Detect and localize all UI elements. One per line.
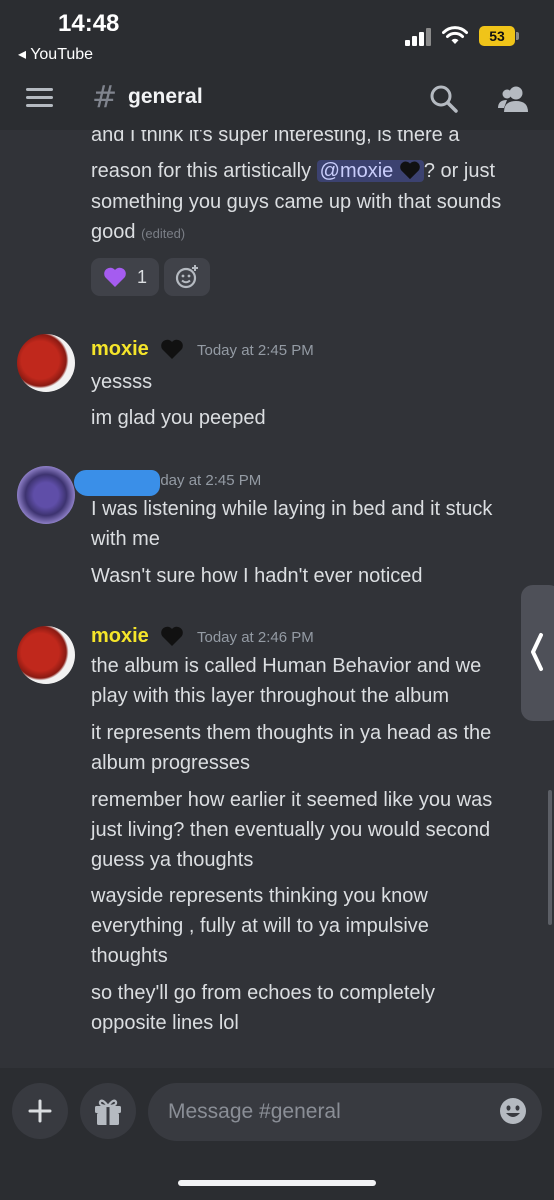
add-reaction-button[interactable] bbox=[164, 258, 210, 296]
black-heart-icon bbox=[400, 161, 420, 180]
message-line: I was listening while laying in bed and … bbox=[91, 498, 493, 520]
message-line: im glad you peeped bbox=[91, 407, 266, 429]
redaction-scribble bbox=[74, 470, 160, 496]
gift-icon bbox=[95, 1099, 121, 1125]
message-line: remember how earlier it seemed like you … bbox=[91, 789, 493, 811]
timestamp: Today at 2:45 PM bbox=[197, 342, 314, 359]
message-text: good bbox=[91, 221, 136, 243]
message-line: something you guys came up with that sou… bbox=[91, 191, 502, 213]
home-indicator bbox=[178, 1180, 376, 1186]
edited-label: (edited) bbox=[141, 226, 186, 241]
message-line: the album is called Human Behavior and w… bbox=[91, 655, 482, 677]
channel-header bbox=[0, 78, 554, 130]
hash-icon: # bbox=[92, 80, 118, 115]
black-heart-icon bbox=[161, 339, 183, 359]
chevron-left-icon bbox=[531, 633, 543, 671]
message-line: play with this layer throughout the albu… bbox=[91, 685, 449, 707]
username[interactable]: moxie bbox=[91, 338, 149, 361]
message-line: wayside represents thinking you know bbox=[91, 885, 428, 907]
avatar[interactable] bbox=[17, 466, 75, 524]
black-heart-icon bbox=[161, 626, 183, 646]
message-line: everything , fully at will to ya impulsi… bbox=[91, 915, 429, 937]
wifi-icon bbox=[442, 26, 468, 44]
search-icon[interactable] bbox=[429, 84, 459, 114]
plus-icon bbox=[28, 1099, 52, 1123]
battery-tip bbox=[516, 32, 519, 40]
reaction-count: 1 bbox=[137, 267, 148, 287]
message-line: guess ya thoughts bbox=[91, 849, 254, 871]
back-to-app-link[interactable]: ◂ YouTube bbox=[18, 44, 93, 64]
timestamp: Today at 2:46 PM bbox=[197, 629, 314, 646]
timestamp: oday at 2:45 PM bbox=[152, 472, 262, 489]
message-line: album progresses bbox=[91, 752, 250, 774]
battery-indicator: 53 bbox=[479, 26, 515, 46]
message-line: just living? then eventually you would s… bbox=[91, 819, 491, 841]
message-line: with me bbox=[91, 528, 160, 550]
add-reaction-icon bbox=[175, 265, 198, 289]
message-line: thoughts bbox=[91, 945, 168, 967]
user-mention[interactable]: @moxie bbox=[316, 160, 424, 182]
channel-name[interactable]: general bbox=[128, 85, 203, 109]
menu-icon[interactable] bbox=[26, 88, 53, 108]
purple-heart-icon bbox=[104, 267, 126, 287]
avatar[interactable] bbox=[17, 626, 75, 684]
message-text: reason for this artistically bbox=[91, 160, 317, 182]
message-line: it represents them thoughts in ya head a… bbox=[91, 722, 492, 744]
message-line: good (edited) bbox=[91, 217, 185, 249]
message-line: so they'll go from echoes to completely bbox=[91, 982, 435, 1004]
cellular-signal-icon bbox=[405, 28, 431, 46]
message-text: ? or just bbox=[423, 160, 496, 182]
message-line: Wasn't sure how I hadn't ever noticed bbox=[91, 565, 423, 587]
status-time: 14:48 bbox=[58, 10, 120, 37]
username[interactable]: moxie bbox=[91, 625, 149, 648]
message-input[interactable] bbox=[148, 1083, 542, 1141]
message-line: opposite lines lol bbox=[91, 1012, 239, 1034]
avatar[interactable] bbox=[17, 334, 75, 392]
message-line: yessss bbox=[91, 371, 153, 393]
emoji-icon[interactable] bbox=[498, 1096, 528, 1126]
members-icon[interactable] bbox=[496, 84, 530, 114]
message-line: reason for this artistically @moxie ? or… bbox=[91, 156, 495, 186]
scrollbar[interactable] bbox=[548, 790, 552, 925]
